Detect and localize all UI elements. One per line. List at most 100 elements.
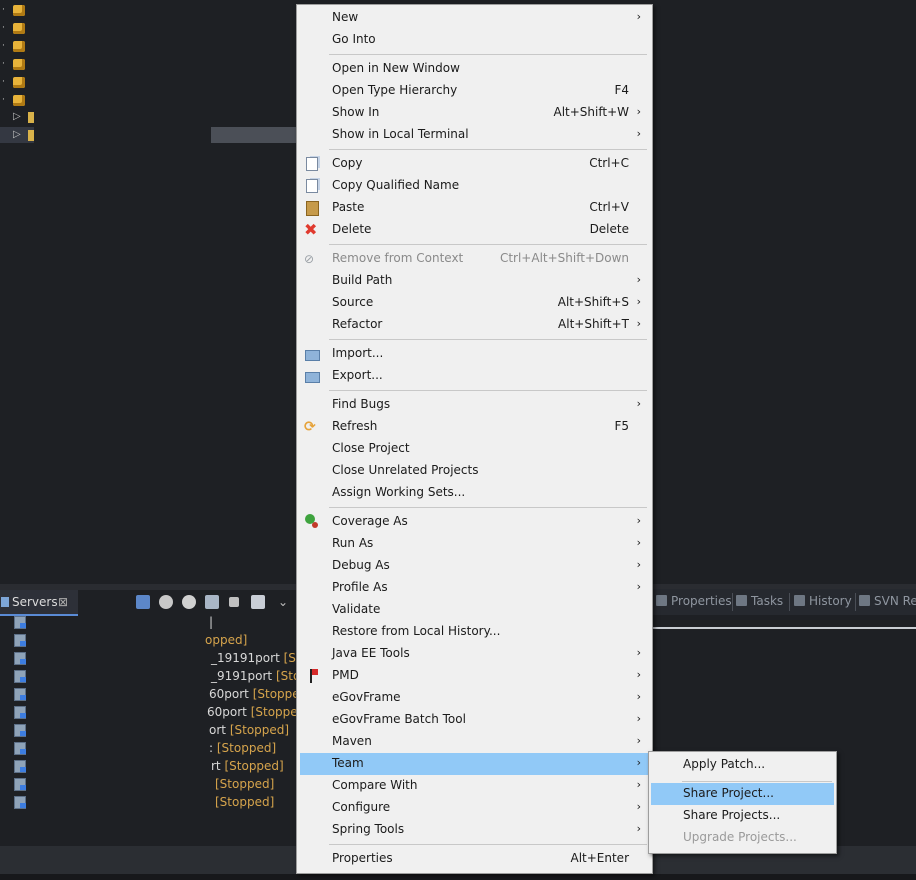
menu-item-pmd[interactable]: PMD › <box>300 665 649 687</box>
menu-item-restore-from-local-history[interactable]: Restore from Local History... <box>300 621 649 643</box>
menu-item-label: Refresh <box>332 419 378 433</box>
tree-item[interactable]: · <box>0 21 36 37</box>
submenu-item-apply-patch[interactable]: Apply Patch... <box>651 754 834 776</box>
chevron-right-icon: › <box>636 668 641 681</box>
view-menu-icon[interactable]: ⌄ <box>278 595 292 609</box>
chevron-right-icon: › <box>636 822 641 835</box>
tree-item[interactable]: · <box>0 93 36 109</box>
server-row[interactable]: opped] <box>0 632 300 650</box>
menu-item-team[interactable]: Team › <box>300 753 649 775</box>
menu-item-find-bugs[interactable]: Find Bugs › <box>300 394 649 416</box>
menu-item-label: Refactor <box>332 317 383 331</box>
menu-item-spring-tools[interactable]: Spring Tools › <box>300 819 649 841</box>
server-row[interactable]: rt [Stopped] <box>0 758 300 776</box>
menu-item-show-in[interactable]: Show In Alt+Shift+W › <box>300 102 649 124</box>
menu-item-paste[interactable]: Paste Ctrl+V <box>300 197 649 219</box>
profile-icon[interactable] <box>205 595 219 609</box>
expand-arrow-icon[interactable]: ▷ <box>13 112 23 122</box>
menu-item-validate[interactable]: Validate <box>300 599 649 621</box>
collapse-all-icon[interactable] <box>136 595 150 609</box>
menu-item-configure[interactable]: Configure › <box>300 797 649 819</box>
tree-item[interactable]: · <box>0 57 36 73</box>
menu-item-properties[interactable]: Properties Alt+Enter <box>300 848 649 870</box>
chevron-right-icon: › <box>636 105 641 118</box>
menu-separator <box>329 244 647 245</box>
server-row[interactable]: | <box>0 614 300 632</box>
remove-from-context-icon: ⊘ <box>304 252 315 266</box>
history-icon <box>794 595 805 606</box>
menu-item-refresh[interactable]: ⟳ Refresh F5 <box>300 416 649 438</box>
server-row[interactable]: ort [Stopped] <box>0 722 300 740</box>
server-icon <box>14 616 26 629</box>
package-icon <box>13 5 25 16</box>
tab-svn[interactable]: SVN Re <box>859 589 916 615</box>
menu-item-copy[interactable]: Copy Ctrl+C <box>300 153 649 175</box>
menu-item-egovframe-batch-tool[interactable]: eGovFrame Batch Tool › <box>300 709 649 731</box>
server-row[interactable]: 60port [Stoppe <box>0 686 300 704</box>
menu-shortcut: Alt+Shift+S <box>557 295 629 309</box>
menu-item-export[interactable]: Export... <box>300 365 649 387</box>
menu-separator <box>682 781 832 782</box>
menu-item-coverage-as[interactable]: Coverage As › <box>300 511 649 533</box>
menu-item-debug-as[interactable]: Debug As › <box>300 555 649 577</box>
publish-icon[interactable] <box>251 595 265 609</box>
submenu-item-share-project[interactable]: Share Project... <box>651 783 834 805</box>
menu-item-label: Show In <box>332 105 380 119</box>
server-row[interactable]: _9191port [Sto <box>0 668 300 686</box>
server-row[interactable]: : [Stopped] <box>0 740 300 758</box>
menu-item-compare-with[interactable]: Compare With › <box>300 775 649 797</box>
tree-marker-icon: · <box>2 23 5 33</box>
servers-tab[interactable]: Servers ⊠ <box>0 590 78 616</box>
menu-item-go-into[interactable]: Go Into <box>300 29 649 51</box>
server-status: [Stopped] <box>224 759 284 773</box>
menu-item-open-type-hierarchy[interactable]: Open Type Hierarchy F4 <box>300 80 649 102</box>
menu-item-delete[interactable]: ✖ Delete Delete <box>300 219 649 241</box>
start-icon[interactable] <box>182 595 196 609</box>
menu-item-new[interactable]: New › <box>300 7 649 29</box>
package-icon <box>13 23 25 34</box>
chevron-right-icon: › <box>636 514 641 527</box>
menu-item-import[interactable]: Import... <box>300 343 649 365</box>
tab-history[interactable]: History <box>794 589 852 615</box>
menu-item-java-ee-tools[interactable]: Java EE Tools › <box>300 643 649 665</box>
menu-item-source[interactable]: Source Alt+Shift+S › <box>300 292 649 314</box>
server-row[interactable]: [Stopped] <box>0 794 300 812</box>
team-submenu: Apply Patch... Share Project... Share Pr… <box>648 751 837 854</box>
menu-item-close-project[interactable]: Close Project <box>300 438 649 460</box>
tab-separator <box>855 593 856 611</box>
tab-label: Tasks <box>751 594 784 608</box>
tab-properties[interactable]: Properties <box>656 589 732 615</box>
menu-item-show-in-local-terminal[interactable]: Show in Local Terminal › <box>300 124 649 146</box>
menu-item-profile-as[interactable]: Profile As › <box>300 577 649 599</box>
tree-item[interactable]: · <box>0 75 36 91</box>
menu-item-open-in-new-window[interactable]: Open in New Window <box>300 58 649 80</box>
stop-icon[interactable] <box>229 597 239 607</box>
menu-item-refactor[interactable]: Refactor Alt+Shift+T › <box>300 314 649 336</box>
tree-item[interactable]: · <box>0 39 36 55</box>
delete-icon: ✖ <box>304 220 318 239</box>
server-row[interactable]: [Stopped] <box>0 776 300 794</box>
tab-tasks[interactable]: Tasks <box>736 589 783 615</box>
tree-item[interactable]: · <box>0 3 36 19</box>
server-row[interactable]: _19191port [Sto <box>0 650 308 668</box>
tab-label: SVN Re <box>874 594 916 608</box>
menu-item-close-unrelated-projects[interactable]: Close Unrelated Projects <box>300 460 649 482</box>
debug-icon[interactable] <box>159 595 173 609</box>
project-icon <box>28 130 34 141</box>
menu-item-assign-working-sets[interactable]: Assign Working Sets... <box>300 482 649 504</box>
menu-item-build-path[interactable]: Build Path › <box>300 270 649 292</box>
server-name: rt <box>211 759 221 773</box>
server-row[interactable]: 60port [Stopped <box>0 704 305 722</box>
submenu-item-share-projects[interactable]: Share Projects... <box>651 805 834 827</box>
menu-item-label: Import... <box>332 346 384 360</box>
menu-item-run-as[interactable]: Run As › <box>300 533 649 555</box>
menu-item-egovframe[interactable]: eGovFrame › <box>300 687 649 709</box>
close-icon[interactable]: ⊠ <box>58 590 68 614</box>
submenu-item-label: Upgrade Projects... <box>683 830 797 844</box>
menu-item-maven[interactable]: Maven › <box>300 731 649 753</box>
submenu-item-label: Share Project... <box>683 786 774 800</box>
menu-item-label: Team <box>332 756 364 770</box>
chevron-right-icon: › <box>636 10 641 23</box>
menu-item-copy-qualified-name[interactable]: Copy Qualified Name <box>300 175 649 197</box>
expand-arrow-icon[interactable]: ▷ <box>13 130 23 140</box>
